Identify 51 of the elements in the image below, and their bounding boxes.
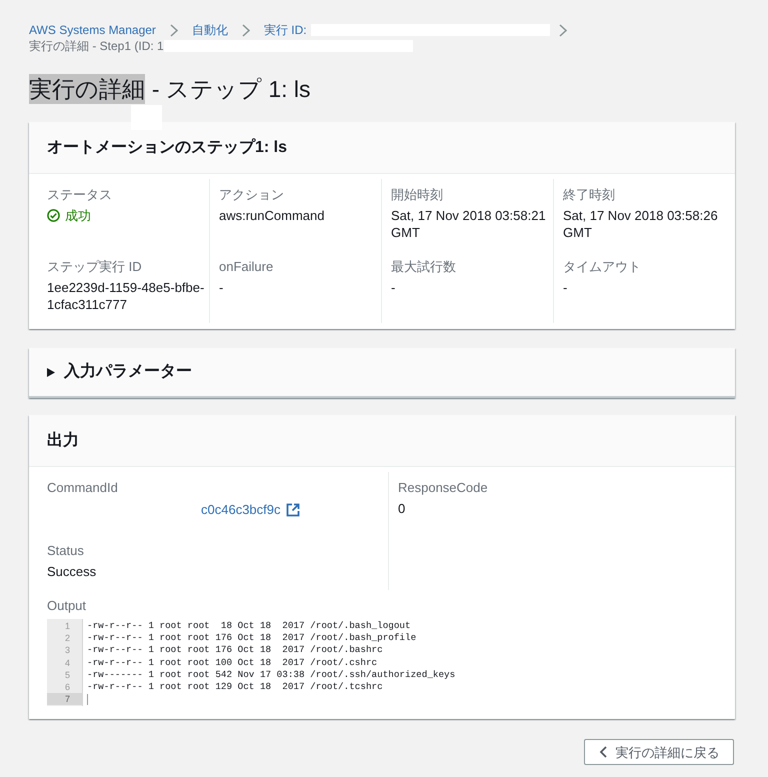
breadcrumb-current: 実行の詳細 - Step1 (ID: 1: [29, 38, 164, 54]
breadcrumb-link[interactable]: 自動化: [192, 22, 228, 38]
chevron-right-icon: [558, 24, 567, 36]
line-number: 6: [64, 680, 71, 694]
status-text: 成功: [65, 207, 91, 224]
line-number: 1: [64, 620, 71, 632]
field-value: aws:runCommand: [219, 207, 326, 224]
chevron-left-icon: [598, 746, 606, 758]
field-label: 終了時刻: [563, 187, 616, 203]
field-value: Sat, 17 Nov 2018 03:58:21 GMT: [391, 207, 547, 241]
check-circle-icon: [47, 209, 60, 222]
field-value: Sat, 17 Nov 2018 03:58:26 GMT: [563, 207, 719, 241]
chevron-right-icon: [170, 24, 178, 36]
field-value: 1ee2239d-1159-48e5-bfbe-1cfac311c777: [47, 279, 206, 313]
field-value: 0: [398, 500, 406, 517]
code-line: -rw-r--r-- 1 root root 18 Oct 18 2017 /root/.bash_logout: [87, 620, 411, 632]
external-link-icon: [286, 503, 300, 517]
field-label: ステップ実行 ID: [47, 259, 143, 275]
chevron-right-icon: [242, 24, 250, 36]
breadcrumb-link[interactable]: AWS Systems Manager: [29, 22, 156, 38]
field-label: ステータス: [47, 187, 113, 203]
field-label: ResponseCode: [398, 480, 489, 496]
back-button[interactable]: 実行の詳細に戻る: [584, 739, 734, 766]
field-label: タイムアウト: [563, 259, 642, 275]
field-value: Success: [47, 563, 98, 580]
code-line: -rw------- 1 root root 542 Nov 17 03:38 /root/.ssh/authorized_keys: [87, 668, 456, 681]
field-label: 最大試行数: [391, 259, 457, 275]
field-label: onFailure: [219, 259, 274, 275]
field-value: -: [563, 279, 568, 296]
panel-title: オートメーションのステップ1: ls: [47, 138, 288, 158]
code-line: -rw-r--r-- 1 root root 176 Oct 18 2017 /root/.bash_profile: [87, 632, 416, 644]
panel-title: 出力: [47, 430, 79, 450]
code-line: -rw-r--r-- 1 root root 129 Oct 18 2017 /root/.tcshrc: [87, 680, 383, 694]
line-number: 7: [47, 693, 82, 706]
field-value: -: [219, 279, 224, 296]
field-value: -: [391, 279, 396, 296]
code-line: -rw-r--r-- 1 root root 100 Oct 18 2017 /root/.cshrc: [87, 656, 378, 669]
field-label: 開始時刻: [391, 187, 444, 203]
command-id-link[interactable]: c0c46c3bcf9c: [201, 500, 280, 520]
code-line: -rw-r--r-- 1 root root 176 Oct 18 2017 /root/.bashrc: [87, 644, 383, 657]
page-title: 実行の詳細 - ステップ 1: ls: [29, 73, 312, 106]
line-number: 3: [64, 644, 71, 657]
line-number: 5: [64, 668, 71, 681]
line-number: 4: [64, 656, 71, 669]
breadcrumb-link[interactable]: 実行 ID:: [264, 22, 307, 38]
field-label: CommandId: [47, 480, 119, 496]
field-label: Status: [47, 543, 85, 559]
field-label: アクション: [219, 187, 285, 203]
field-label: Output: [47, 598, 88, 614]
line-number: 2: [64, 632, 71, 644]
section-toggle[interactable]: 入力パラメーター: [47, 362, 192, 382]
